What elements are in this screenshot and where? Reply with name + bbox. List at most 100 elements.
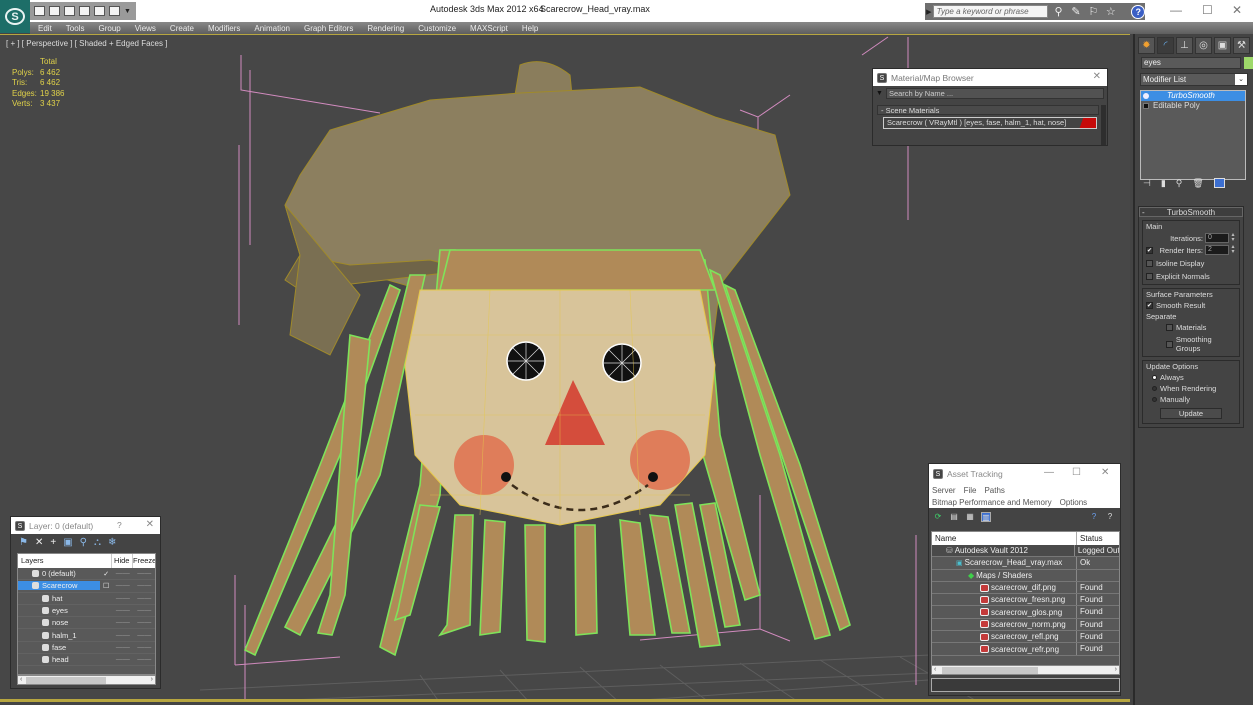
table-row[interactable]: scarecrow_norm.png Found xyxy=(932,618,1119,632)
freeze-all-icon[interactable]: ❄ xyxy=(108,537,116,548)
dialog-titlebar[interactable]: S Asset Tracking — ☐ ✕ xyxy=(929,464,1120,484)
menu-graph-editors[interactable]: Graph Editors xyxy=(304,24,353,33)
open-file-icon[interactable] xyxy=(34,6,45,16)
object-row[interactable]: head —— —— xyxy=(18,654,155,667)
current-layer-check[interactable]: ☐ xyxy=(100,582,112,590)
scene-materials-section[interactable]: - Scene Materials xyxy=(877,105,1099,115)
iterations-spinner[interactable]: Iterations: 0 ▴ ▾ xyxy=(1146,232,1236,243)
context-help-icon[interactable]: ? xyxy=(1105,512,1115,522)
create-layer-icon[interactable]: ⚑ xyxy=(19,537,28,548)
horizontal-scrollbar[interactable]: ‹ › xyxy=(931,665,1120,675)
subscription-icon[interactable]: ✎ xyxy=(1069,5,1082,18)
save-file-icon[interactable] xyxy=(49,6,60,16)
close-button[interactable]: ✕ xyxy=(1232,3,1242,17)
menu-maxscript[interactable]: MAXScript xyxy=(470,24,508,33)
scroll-thumb[interactable] xyxy=(26,677,106,684)
make-unique-icon[interactable]: ⚲ xyxy=(1176,178,1183,189)
menu-modifiers[interactable]: Modifiers xyxy=(208,24,240,33)
scroll-left-icon[interactable]: ‹ xyxy=(20,676,22,683)
grid-view-icon[interactable]: ▥ xyxy=(981,511,991,522)
stack-item-turbosmooth[interactable]: TurboSmooth xyxy=(1141,91,1245,101)
modify-tab-icon[interactable]: ◜ xyxy=(1157,37,1174,54)
menu-views[interactable]: Views xyxy=(135,24,156,33)
scrollbar[interactable] xyxy=(1101,105,1106,145)
select-objects-icon[interactable]: ▣ xyxy=(63,537,72,548)
hide-all-icon[interactable]: ⛬ xyxy=(94,537,101,548)
smooth-result-checkbox[interactable]: ✔ Smooth Result xyxy=(1146,301,1236,310)
modifier-list-dropdown[interactable]: Modifier List ⌄ xyxy=(1140,73,1248,86)
menu-edit[interactable]: Edit xyxy=(38,24,52,33)
show-end-result-icon[interactable]: ▮ xyxy=(1161,178,1166,189)
close-icon[interactable]: ✕ xyxy=(146,519,154,530)
utilities-tab-icon[interactable]: ⚒ xyxy=(1233,37,1250,54)
when-rendering-radio[interactable]: When Rendering xyxy=(1146,384,1236,393)
table-row[interactable]: ⛁ Autodesk Vault 2012 Logged Out xyxy=(932,545,1119,558)
menu-bitmap-performance[interactable]: Bitmap Performance and Memory xyxy=(932,498,1052,507)
layer-row[interactable]: 0 (default) ✓ —— —— xyxy=(18,568,155,581)
object-row[interactable]: nose —— —— xyxy=(18,617,155,630)
motion-tab-icon[interactable]: ◎ xyxy=(1195,37,1212,54)
col-name[interactable]: Name xyxy=(932,532,1077,545)
help-icon[interactable]: ? xyxy=(1131,4,1145,19)
add-selection-icon[interactable]: + xyxy=(50,537,56,548)
minimize-icon[interactable]: — xyxy=(1044,467,1054,478)
configure-modifier-sets-icon[interactable] xyxy=(1213,178,1225,188)
create-tab-icon[interactable]: ✹ xyxy=(1138,37,1155,54)
maximize-icon[interactable]: ☐ xyxy=(1072,467,1081,478)
help-icon[interactable]: ? xyxy=(1089,512,1099,522)
object-row[interactable]: hat —— —— xyxy=(18,593,155,605)
scroll-left-icon[interactable]: ‹ xyxy=(934,666,936,673)
dialog-titlebar[interactable]: S Material/Map Browser ✕ xyxy=(873,69,1107,86)
menu-rendering[interactable]: Rendering xyxy=(367,24,404,33)
table-row[interactable]: scarecrow_dif.png Found xyxy=(932,581,1119,595)
undo-icon[interactable] xyxy=(64,6,75,16)
help-icon[interactable]: ? xyxy=(117,520,122,530)
hold-icon[interactable] xyxy=(94,6,105,16)
materials-checkbox[interactable]: Materials xyxy=(1146,323,1236,332)
menu-animation[interactable]: Animation xyxy=(254,24,290,33)
dialog-titlebar[interactable]: S Layer: 0 (default) ? ✕ xyxy=(11,517,160,534)
scroll-right-icon[interactable]: › xyxy=(1115,666,1117,673)
search-by-name-input[interactable]: Search by Name ... xyxy=(885,88,1104,99)
communication-icon[interactable]: ⚐ xyxy=(1087,5,1100,18)
rollout-header[interactable]: - TurboSmooth xyxy=(1139,207,1243,217)
object-color-swatch[interactable] xyxy=(1244,57,1253,69)
horizontal-scrollbar[interactable]: ‹ › xyxy=(17,675,156,685)
col-hide[interactable]: Hide xyxy=(112,554,133,568)
layer-row[interactable]: Scarecrow ☐ —— —— xyxy=(18,580,155,593)
app-menu-button[interactable]: S xyxy=(0,0,30,33)
viewport-label[interactable]: [ + ] [ Perspective ] [ Shaded + Edged F… xyxy=(6,39,167,48)
close-icon[interactable]: ✕ xyxy=(1093,71,1101,82)
render-iters-checkbox[interactable]: ✔ xyxy=(1146,246,1153,254)
table-row[interactable]: scarecrow_refr.png Found xyxy=(932,643,1119,656)
menu-file[interactable]: File xyxy=(964,486,977,495)
table-row[interactable]: scarecrow_glos.png Found xyxy=(932,606,1119,619)
maximize-button[interactable]: ☐ xyxy=(1202,3,1213,17)
expand-arrow-icon[interactable]: ▶ xyxy=(925,8,933,16)
object-row[interactable]: halm_1 —— —— xyxy=(18,629,155,642)
display-tab-icon[interactable]: ▣ xyxy=(1214,37,1231,54)
table-row[interactable]: scarecrow_fresn.png Found xyxy=(932,594,1119,607)
table-row[interactable]: ▣ Scarecrow_Head_vray.max Ok xyxy=(932,557,1119,570)
smoothing-groups-checkbox[interactable]: Smoothing Groups xyxy=(1146,335,1236,353)
remove-modifier-icon[interactable]: 🗑 xyxy=(1192,178,1203,189)
isoline-display-checkbox[interactable]: Isoline Display xyxy=(1146,259,1236,268)
menu-server[interactable]: Server xyxy=(932,486,956,495)
redo-icon[interactable] xyxy=(79,6,90,16)
hierarchy-tab-icon[interactable]: ⊥ xyxy=(1176,37,1193,54)
options-dropdown-icon[interactable]: ▼ xyxy=(876,90,883,97)
col-layers[interactable]: Layers xyxy=(18,554,100,568)
favorites-star-icon[interactable]: ☆ xyxy=(1104,5,1117,18)
material-item[interactable]: Scarecrow ( VRayMtl ) [eyes, fase, halm_… xyxy=(883,117,1097,129)
pin-stack-icon[interactable]: ⊣ xyxy=(1143,178,1151,189)
explicit-normals-checkbox[interactable]: Explicit Normals xyxy=(1146,272,1236,281)
table-view-icon[interactable]: ▦ xyxy=(965,512,975,522)
delete-layer-icon[interactable]: ✕ xyxy=(35,537,43,548)
menu-tools[interactable]: Tools xyxy=(66,24,85,33)
menu-create[interactable]: Create xyxy=(170,24,194,33)
table-row[interactable]: ◆ Maps / Shaders xyxy=(932,569,1119,582)
scroll-right-icon[interactable]: › xyxy=(151,676,153,683)
refresh-icon[interactable]: ⟳ xyxy=(933,512,943,522)
binoculars-icon[interactable]: ⚲ xyxy=(1052,5,1065,18)
menu-options[interactable]: Options xyxy=(1060,498,1088,507)
